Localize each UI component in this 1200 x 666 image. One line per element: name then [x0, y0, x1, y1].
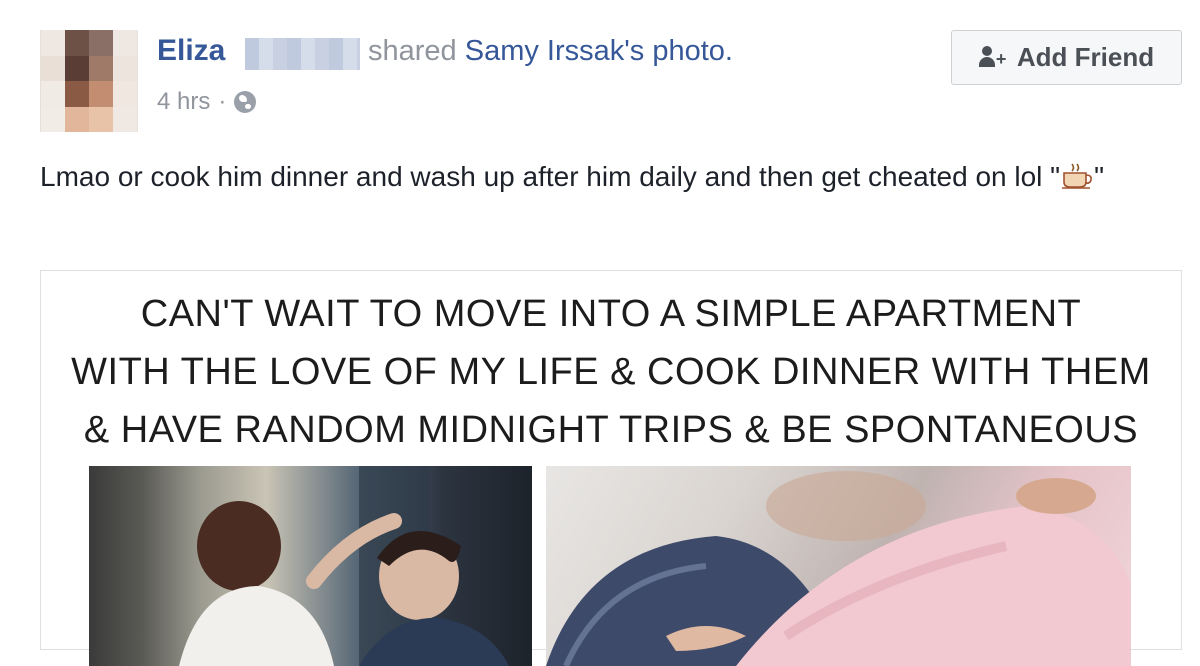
coffee-cup-icon [1062, 163, 1093, 189]
add-friend-icon: + [978, 45, 1007, 70]
shared-photo[interactable]: CAN'T WAIT TO MOVE INTO A SIMPLE APARTME… [40, 270, 1182, 666]
photo-caption: CAN'T WAIT TO MOVE INTO A SIMPLE APARTME… [41, 285, 1181, 459]
add-friend-label: Add Friend [1016, 42, 1155, 72]
caption-line: WITH THE LOVE OF MY LIFE & COOK DINNER W… [71, 351, 1151, 393]
shared-text: shared [368, 35, 457, 67]
couple-photo-left [89, 466, 532, 666]
globe-icon[interactable] [234, 91, 257, 113]
meta-separator: · [218, 88, 227, 115]
caption-line: & HAVE RANDOM MIDNIGHT TRIPS & BE SPONTA… [83, 409, 1139, 451]
post-message-text: Lmao or cook him dinner and wash up afte… [40, 161, 1061, 192]
post-message-end: " [1094, 161, 1105, 192]
post-message: Lmao or cook him dinner and wash up afte… [40, 154, 1140, 200]
caption-line: CAN'T WAIT TO MOVE INTO A SIMPLE APARTME… [140, 293, 1082, 335]
post-meta: 4 hrs · [157, 88, 257, 116]
add-friend-button[interactable]: + Add Friend [951, 30, 1182, 85]
timestamp-link[interactable]: 4 hrs [157, 88, 210, 116]
author-name-link[interactable]: Eliza [157, 34, 225, 68]
blurred-surname [245, 38, 360, 70]
shared-line: shared Samy Irssak's photo. [368, 35, 733, 68]
avatar[interactable] [40, 30, 138, 132]
shared-photo-link[interactable]: Samy Irssak's photo. [465, 35, 733, 67]
couple-photo-right [546, 466, 1131, 666]
